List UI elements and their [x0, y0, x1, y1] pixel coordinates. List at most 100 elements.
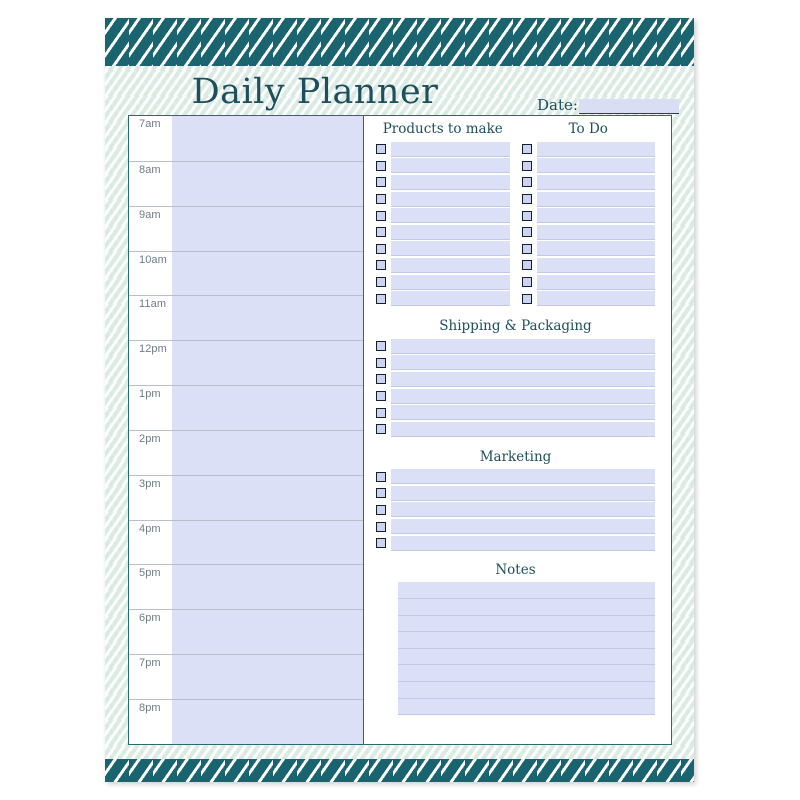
schedule-slot[interactable]: 2pm [129, 429, 363, 475]
checklist-row-input[interactable] [391, 241, 510, 257]
checkbox-icon[interactable] [376, 488, 386, 499]
date-field-group[interactable]: Date: [537, 96, 679, 114]
checklist-row[interactable] [521, 224, 655, 241]
checklist-row-input[interactable] [391, 388, 655, 404]
checklist-row-input[interactable] [391, 421, 655, 437]
checkbox-icon[interactable] [376, 391, 386, 402]
checkbox-icon[interactable] [521, 210, 532, 221]
checkbox-icon[interactable] [376, 177, 386, 188]
checklist-row[interactable] [376, 388, 655, 405]
schedule-slot-writing-area[interactable] [172, 161, 363, 206]
schedule-slot[interactable]: 9am [129, 205, 363, 251]
checklist-row-input[interactable] [391, 535, 655, 551]
schedule-slot-writing-area[interactable] [172, 475, 363, 520]
date-input[interactable] [578, 99, 679, 114]
checklist-row[interactable] [376, 518, 655, 535]
schedule-slot-writing-area[interactable] [172, 296, 363, 341]
checkbox-icon[interactable] [521, 177, 532, 188]
checklist-row[interactable] [376, 158, 510, 175]
checklist-row-input[interactable] [391, 338, 655, 354]
checklist-row[interactable] [521, 191, 655, 208]
checklist-row-input[interactable] [391, 502, 655, 518]
checklist-row-input[interactable] [536, 141, 655, 157]
checklist-row-input[interactable] [536, 257, 655, 273]
checklist-row[interactable] [521, 158, 655, 175]
note-line-input[interactable] [398, 632, 655, 649]
checkbox-icon[interactable] [376, 243, 386, 254]
hourly-schedule[interactable]: 7am 8am 9am 10am 11am 12pm 1pm 2pm 3pm 4pm 5pm 6pm 7… [129, 116, 364, 744]
schedule-slot[interactable]: 8pm [129, 698, 363, 744]
checklist-row[interactable] [521, 257, 655, 274]
checklist-row[interactable] [376, 290, 510, 307]
checklist-row[interactable] [376, 469, 655, 486]
checkbox-icon[interactable] [521, 243, 532, 254]
checkbox-icon[interactable] [521, 144, 532, 155]
checklist-todo[interactable] [521, 141, 655, 307]
checklist-row-input[interactable] [391, 469, 655, 485]
checkbox-icon[interactable] [376, 144, 386, 155]
checklist-row[interactable] [376, 207, 510, 224]
checklist-row[interactable] [376, 404, 655, 421]
note-line-input[interactable] [398, 615, 655, 633]
checklist-row-input[interactable] [536, 224, 655, 240]
checkbox-icon[interactable] [376, 210, 386, 221]
schedule-slot[interactable]: 4pm [129, 519, 363, 565]
checklist-row-input[interactable] [536, 208, 655, 224]
checklist-row-input[interactable] [536, 274, 655, 290]
checklist-row[interactable] [376, 338, 655, 355]
checkbox-icon[interactable] [376, 341, 386, 352]
checklist-row[interactable] [376, 241, 510, 258]
checklist-row-input[interactable] [391, 208, 510, 224]
checkbox-icon[interactable] [376, 357, 386, 368]
checklist-row[interactable] [376, 355, 655, 372]
schedule-slot-writing-area[interactable] [172, 251, 363, 296]
schedule-slot-writing-area[interactable] [172, 341, 363, 386]
checkbox-icon[interactable] [376, 521, 386, 532]
schedule-slot[interactable]: 12pm [129, 340, 363, 386]
schedule-slot-writing-area[interactable] [172, 610, 363, 655]
checklist-row[interactable] [376, 535, 655, 552]
checklist-row[interactable] [376, 224, 510, 241]
checklist-row-input[interactable] [391, 174, 510, 190]
checkbox-icon[interactable] [521, 260, 532, 271]
schedule-slot-writing-area[interactable] [172, 699, 363, 744]
checklist-row-input[interactable] [391, 485, 655, 501]
checkbox-icon[interactable] [376, 277, 386, 288]
schedule-slot-writing-area[interactable] [172, 565, 363, 610]
checklist-row-input[interactable] [391, 355, 655, 371]
checklist-row-input[interactable] [391, 371, 655, 387]
note-line-input[interactable] [398, 682, 655, 699]
checklist-row[interactable] [376, 257, 510, 274]
checkbox-icon[interactable] [376, 538, 386, 549]
checklist-row[interactable] [521, 274, 655, 291]
checklist-row[interactable] [376, 141, 510, 158]
checklist-row[interactable] [376, 502, 655, 519]
checklist-row[interactable] [521, 290, 655, 307]
schedule-slot-writing-area[interactable] [172, 520, 363, 565]
checklist-row-input[interactable] [391, 291, 510, 307]
checklist-row[interactable] [376, 174, 510, 191]
checkbox-icon[interactable] [376, 424, 386, 435]
schedule-slot-writing-area[interactable] [172, 655, 363, 699]
checkbox-icon[interactable] [376, 293, 386, 304]
checklist-row-input[interactable] [536, 174, 655, 190]
checklist-row[interactable] [376, 371, 655, 388]
checklist-row-input[interactable] [391, 191, 510, 207]
checklist-marketing[interactable] [376, 469, 655, 552]
schedule-slot-writing-area[interactable] [172, 430, 363, 475]
checklist-row-input[interactable] [391, 257, 510, 273]
schedule-slot[interactable]: 3pm [129, 474, 363, 520]
checkbox-icon[interactable] [521, 293, 532, 304]
schedule-slot-writing-area[interactable] [172, 206, 363, 251]
note-line-input[interactable] [398, 599, 655, 616]
checklist-row-input[interactable] [391, 519, 655, 535]
checklist-row[interactable] [376, 421, 655, 438]
checklist-products[interactable] [376, 141, 510, 307]
checklist-row[interactable] [376, 485, 655, 502]
schedule-slot[interactable]: 6pm [129, 609, 363, 655]
checklist-row-input[interactable] [536, 241, 655, 257]
checkbox-icon[interactable] [521, 160, 532, 171]
note-line-input[interactable] [398, 665, 655, 683]
checklist-row-input[interactable] [391, 224, 510, 240]
schedule-slot-writing-area[interactable] [172, 116, 363, 161]
